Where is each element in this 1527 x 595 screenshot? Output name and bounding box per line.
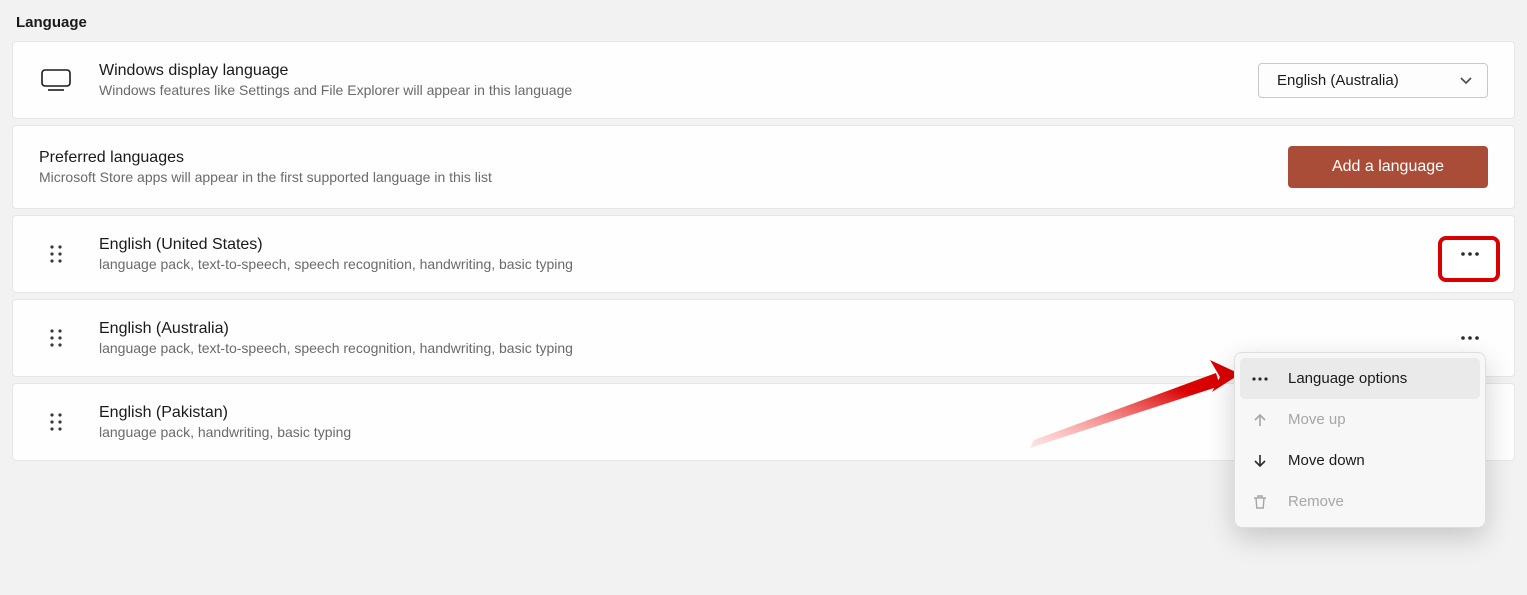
menu-item-label: Remove xyxy=(1288,493,1344,510)
more-options-button[interactable] xyxy=(1452,323,1488,353)
arrow-down-icon xyxy=(1250,453,1270,469)
language-name: English (Pakistan) xyxy=(99,404,1426,422)
menu-item-move-up: Move up xyxy=(1240,399,1480,440)
trash-icon xyxy=(1250,494,1270,510)
menu-item-remove: Remove xyxy=(1240,481,1480,522)
menu-item-label: Move down xyxy=(1288,452,1365,469)
language-item[interactable]: English (United States) language pack, t… xyxy=(12,215,1515,293)
menu-item-move-down[interactable]: Move down xyxy=(1240,440,1480,481)
more-options-button[interactable] xyxy=(1452,239,1488,269)
display-language-dropdown[interactable]: English (Australia) xyxy=(1258,63,1488,98)
language-context-menu: Language options Move up Move down xyxy=(1234,352,1486,528)
preferred-languages-subtitle: Microsoft Store apps will appear in the … xyxy=(39,169,1262,185)
menu-item-label: Language options xyxy=(1288,370,1407,387)
menu-item-language-options[interactable]: Language options xyxy=(1240,358,1480,399)
display-language-subtitle: Windows features like Settings and File … xyxy=(99,82,1232,98)
more-icon xyxy=(1250,377,1270,381)
language-name: English (United States) xyxy=(99,236,1426,254)
display-language-selected: English (Australia) xyxy=(1277,72,1399,89)
drag-handle-icon[interactable] xyxy=(39,244,73,264)
preferred-languages-title: Preferred languages xyxy=(39,149,1262,167)
add-language-button[interactable]: Add a language xyxy=(1288,146,1488,188)
preferred-languages-card: Preferred languages Microsoft Store apps… xyxy=(12,125,1515,209)
display-icon xyxy=(39,69,73,91)
drag-handle-icon[interactable] xyxy=(39,328,73,348)
language-features: language pack, text-to-speech, speech re… xyxy=(99,340,1426,356)
display-language-title: Windows display language xyxy=(99,62,1232,80)
arrow-up-icon xyxy=(1250,412,1270,428)
language-features: language pack, handwriting, basic typing xyxy=(99,424,1426,440)
language-features: language pack, text-to-speech, speech re… xyxy=(99,256,1426,272)
language-name: English (Australia) xyxy=(99,320,1426,338)
drag-handle-icon[interactable] xyxy=(39,412,73,432)
chevron-down-icon xyxy=(1459,73,1473,87)
display-language-card: Windows display language Windows feature… xyxy=(12,41,1515,119)
menu-item-label: Move up xyxy=(1288,411,1346,428)
section-title: Language xyxy=(16,14,1515,31)
